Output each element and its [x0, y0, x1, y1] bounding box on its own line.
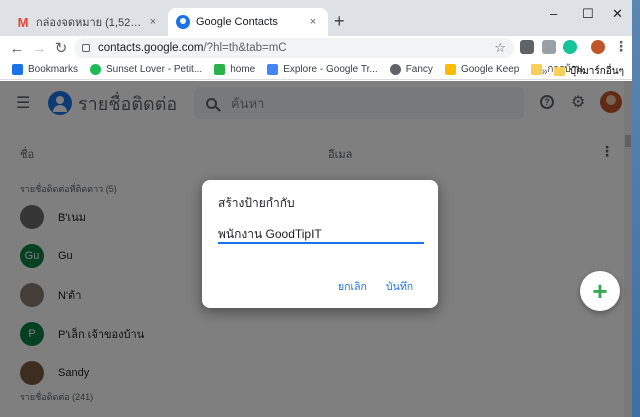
new-tab-button[interactable]: +	[334, 12, 345, 30]
more-bookmarks-icon[interactable]: »	[542, 66, 548, 78]
dialog-title: สร้างป้ายกำกับ	[218, 196, 295, 210]
star-icon	[12, 64, 23, 75]
forward-button[interactable]: →	[28, 40, 50, 57]
extension-icon[interactable]	[520, 40, 534, 54]
close-window-button[interactable]: ✕	[612, 6, 623, 22]
bookmark-item[interactable]: Sunset Lover - Petit...	[90, 64, 202, 75]
extension-icon[interactable]	[542, 40, 556, 54]
other-bookmarks-label: บุ๊กมาร์กอื่นๆ	[569, 66, 624, 77]
address-bar[interactable]: contacts.google.com /?hl=th&tab=mC ☆	[74, 38, 514, 58]
grammarly-icon[interactable]	[563, 40, 577, 54]
profile-avatar[interactable]	[591, 40, 605, 54]
tab-google-contacts[interactable]: Google Contacts ×	[168, 8, 328, 36]
folder-icon	[553, 67, 565, 76]
cancel-button[interactable]: ยกเลิก	[338, 278, 367, 295]
contacts-icon	[176, 15, 190, 29]
tab-strip: M กล่องจดหมาย (1,520) - appdodee@ × Goog…	[0, 0, 632, 36]
bookmark-item[interactable]: home	[214, 64, 255, 75]
tab-gmail[interactable]: M กล่องจดหมาย (1,520) - appdodee@ ×	[8, 8, 168, 36]
maximize-button[interactable]: ☐	[582, 6, 594, 22]
spotify-icon	[90, 64, 102, 75]
reload-button[interactable]: ↻	[50, 39, 72, 57]
browser-window: M กล่องจดหมาย (1,520) - appdodee@ × Goog…	[0, 0, 632, 417]
close-tab-icon[interactable]: ×	[306, 16, 320, 28]
url-host: contacts.google.com	[98, 42, 204, 54]
bookmark-label: Bookmarks	[28, 64, 79, 75]
keep-icon	[444, 64, 456, 75]
globe-icon	[389, 64, 401, 75]
browser-menu-icon[interactable]: ⋮	[614, 38, 628, 55]
label-name-input[interactable]	[218, 226, 424, 244]
bookmark-star-icon[interactable]: ☆	[494, 40, 506, 56]
bookmark-item[interactable]: Fancy	[389, 64, 433, 75]
feedly-icon	[214, 64, 226, 75]
url-path: /?hl=th&tab=mC	[203, 42, 287, 54]
minimize-button[interactable]: –	[550, 6, 557, 21]
close-tab-icon[interactable]: ×	[146, 16, 160, 28]
bookmark-item[interactable]: Explore - Google Tr...	[267, 64, 378, 75]
bookmark-item[interactable]: Bookmarks	[12, 64, 78, 75]
bookmarks-bar: Bookmarks Sunset Lover - Petit... home Expl…	[0, 60, 632, 80]
bookmark-label: Google Keep	[460, 64, 520, 75]
gmail-icon: M	[17, 14, 29, 30]
other-bookmarks[interactable]: » บุ๊กมาร์กอื่นๆ	[542, 64, 624, 79]
bookmark-label: Explore - Google Tr...	[283, 64, 378, 75]
back-button[interactable]: ←	[6, 40, 28, 57]
bookmark-item[interactable]: Google Keep	[444, 64, 520, 75]
save-button[interactable]: บันทึก	[386, 278, 413, 295]
bookmark-label: Sunset Lover - Petit...	[106, 64, 203, 75]
lock-icon	[82, 44, 90, 52]
tab-title: กล่องจดหมาย (1,520) - appdodee@	[36, 17, 146, 29]
bookmark-label: Fancy	[405, 64, 433, 75]
bookmark-label: home	[230, 64, 256, 75]
create-contact-button[interactable]: +	[580, 271, 620, 311]
tab-title: Google Contacts	[196, 16, 278, 28]
trends-icon	[267, 64, 279, 75]
create-label-dialog: สร้างป้ายกำกับ ยกเลิก บันทึก	[202, 180, 438, 308]
